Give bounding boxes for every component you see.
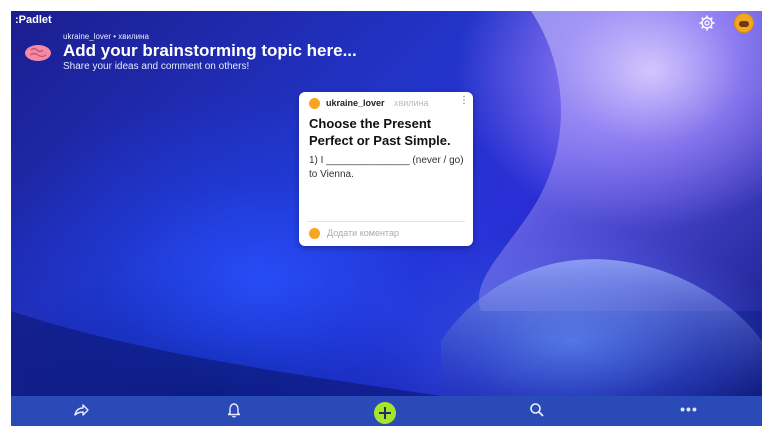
share-icon[interactable] [71, 401, 91, 421]
user-avatar[interactable] [734, 13, 754, 33]
post-time: хвилина [394, 98, 429, 108]
search-icon[interactable] [527, 401, 547, 421]
post-divider [307, 221, 465, 222]
add-comment-input[interactable]: Додати коментар [327, 228, 399, 238]
board-subtitle: Share your ideas and comment on others! [63, 61, 250, 72]
post-title: Choose the Present Perfect or Past Simpl… [309, 116, 451, 148]
bell-icon[interactable] [224, 401, 244, 421]
gear-icon[interactable] [699, 15, 715, 31]
add-post-button[interactable] [374, 402, 396, 424]
brain-icon [25, 45, 51, 61]
comment-avatar [309, 228, 320, 239]
board-canvas: :Padlet ukraine_lover • хвилина Add your… [11, 11, 762, 426]
board-title[interactable]: Add your brainstorming topic here... [63, 41, 357, 61]
post-author: ukraine_lover [326, 98, 385, 108]
post-author-avatar [309, 98, 320, 109]
padlet-logo[interactable]: :Padlet [15, 14, 52, 26]
post-menu-icon[interactable]: ⋮ [459, 96, 469, 106]
more-icon[interactable]: ••• [679, 401, 699, 421]
post-card[interactable]: ukraine_lover хвилина ⋮ Choose the Prese… [299, 92, 473, 246]
board-author-line: ukraine_lover • хвилина [63, 32, 149, 41]
post-body: 1) I _______________ (never / go) to Vie… [309, 155, 464, 180]
